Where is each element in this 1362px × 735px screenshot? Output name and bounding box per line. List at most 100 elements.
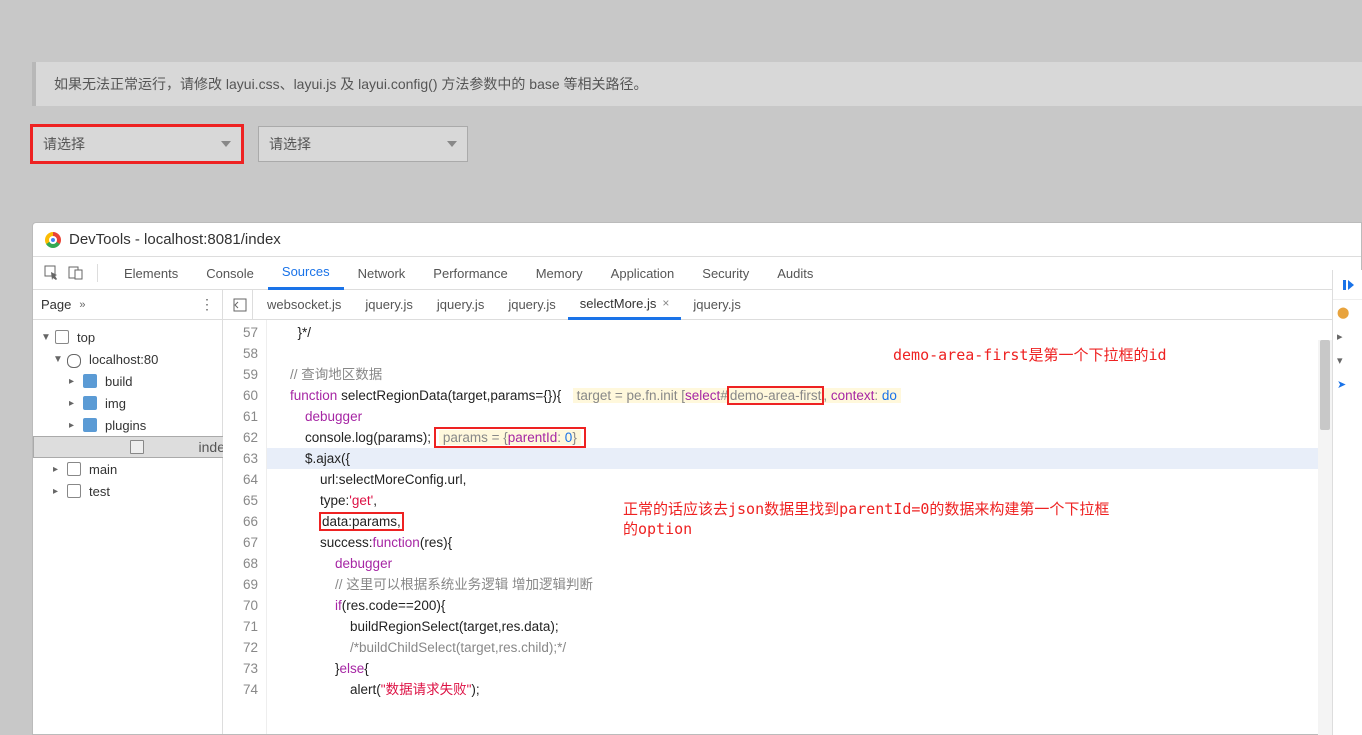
folder-open-icon (83, 418, 97, 432)
tree-item-top[interactable]: ▼top (33, 326, 222, 348)
nav-icon[interactable] (227, 290, 253, 319)
main-tab-console[interactable]: Console (192, 256, 268, 290)
code-line[interactable]: url:selectMoreConfig.url, (275, 469, 1361, 490)
code-line[interactable]: type:'get', (275, 490, 1361, 511)
tree-item-index[interactable]: index (33, 436, 243, 458)
code-line[interactable]: buildRegionSelect(target,res.data); (275, 616, 1361, 637)
page-label: Page (41, 297, 71, 312)
device-icon[interactable] (67, 264, 85, 282)
folder-outline-icon (67, 484, 81, 498)
page-top-panel: 如果无法正常运行，请修改 layui.css、layui.js 及 layui.… (32, 62, 1362, 222)
file-tab-label: jquery.js (365, 297, 412, 312)
line-number: 66 (223, 511, 258, 532)
tree-item-img[interactable]: ▸img (33, 392, 222, 414)
file-tab-4[interactable]: selectMore.js × (568, 290, 682, 320)
tree-item-label: main (89, 462, 117, 477)
line-number: 59 (223, 364, 258, 385)
code-line[interactable]: alert("数据请求失败"); (275, 679, 1361, 700)
watch-row[interactable]: ▸ (1333, 324, 1362, 348)
chevron-down-icon (221, 141, 231, 147)
folder-outline-icon (67, 462, 81, 476)
main-tab-application[interactable]: Application (597, 256, 689, 290)
code-line[interactable]: /*buildChildSelect(target,res.child);*/ (275, 637, 1361, 658)
devtools-window: DevTools - localhost:8081/index Elements… (32, 222, 1362, 735)
line-number: 67 (223, 532, 258, 553)
file-tabs: websocket.jsjquery.jsjquery.jsjquery.jss… (223, 290, 1361, 320)
line-number: 61 (223, 406, 258, 427)
line-number: 58 (223, 343, 258, 364)
code-line[interactable]: // 这里可以根据系统业务逻辑 增加逻辑判断 (275, 574, 1361, 595)
chrome-icon (45, 232, 61, 248)
line-gutter: 575859606162636465666768697071727374 (223, 320, 267, 734)
code-line[interactable]: console.log(params); params = {parentId:… (275, 427, 1361, 448)
file-tab-0[interactable]: websocket.js (255, 290, 353, 320)
line-number: 71 (223, 616, 258, 637)
code-line[interactable] (275, 343, 1361, 364)
separator (97, 264, 98, 282)
file-icon (130, 440, 144, 454)
file-tab-label: jquery.js (693, 297, 740, 312)
disclosure-icon: ▸ (53, 486, 63, 497)
chevron-down-icon (447, 141, 457, 147)
code-line[interactable]: if(res.code==200){ (275, 595, 1361, 616)
code-line[interactable]: debugger (275, 406, 1361, 427)
sources-center-pane: websocket.jsjquery.jsjquery.jsjquery.jss… (223, 290, 1361, 734)
kebab-icon[interactable]: ⋮ (200, 296, 214, 313)
tree-item-label: img (105, 396, 126, 411)
line-number: 63 (223, 448, 258, 469)
code-line[interactable]: }else{ (275, 658, 1361, 679)
line-number: 73 (223, 658, 258, 679)
vertical-scrollbar[interactable] (1318, 340, 1332, 735)
main-tab-audits[interactable]: Audits (763, 256, 827, 290)
disclosure-icon: ▸ (53, 464, 63, 475)
tree-item-localhost:80[interactable]: ▼localhost:80 (33, 348, 222, 370)
chevron-right-icon[interactable]: » (79, 299, 85, 311)
code-line[interactable]: function selectRegionData(target,params=… (275, 385, 1361, 406)
code-line[interactable]: $.ajax({ (267, 448, 1361, 469)
line-number: 62 (223, 427, 258, 448)
tree-item-test[interactable]: ▸ test (33, 480, 222, 502)
tree-item-build[interactable]: ▸build (33, 370, 222, 392)
line-number: 60 (223, 385, 258, 406)
file-tree: ▼top▼localhost:80▸build▸img▸pluginsindex… (33, 320, 222, 508)
main-tab-network[interactable]: Network (344, 256, 420, 290)
file-tab-1[interactable]: jquery.js (353, 290, 424, 320)
resume-icon[interactable] (1333, 270, 1362, 300)
file-tab-2[interactable]: jquery.js (425, 290, 496, 320)
file-tab-label: selectMore.js (580, 296, 657, 311)
file-tab-3[interactable]: jquery.js (496, 290, 567, 320)
scope-row[interactable]: ➤ (1333, 372, 1362, 396)
file-tab-label: jquery.js (437, 297, 484, 312)
paused-icon: ⬤ (1333, 300, 1362, 324)
tree-item-label: build (105, 374, 132, 389)
code-line[interactable]: data:params, (275, 511, 1361, 532)
line-number: 74 (223, 679, 258, 700)
tree-item-label: test (89, 484, 110, 499)
select-1[interactable]: 请选择 (32, 126, 242, 162)
main-tab-elements[interactable]: Elements (110, 256, 192, 290)
cloud-icon (67, 354, 81, 368)
tree-item-plugins[interactable]: ▸plugins (33, 414, 222, 436)
inspect-icon[interactable] (43, 264, 61, 282)
disclosure-icon: ▼ (41, 332, 51, 343)
code-line[interactable]: debugger (275, 553, 1361, 574)
code-line[interactable]: success:function(res){ (275, 532, 1361, 553)
code-line[interactable]: }*/ (275, 322, 1361, 343)
code-content[interactable]: }*/ // 查询地区数据 function selectRegionData(… (267, 320, 1361, 734)
line-number: 69 (223, 574, 258, 595)
select-2[interactable]: 请选择 (258, 126, 468, 162)
line-number: 68 (223, 553, 258, 574)
tree-item-main[interactable]: ▸ main (33, 458, 222, 480)
select-2-label: 请选择 (269, 134, 311, 154)
close-icon[interactable]: × (662, 296, 669, 310)
file-tab-5[interactable]: jquery.js (681, 290, 752, 320)
main-tab-performance[interactable]: Performance (419, 256, 521, 290)
main-tab-security[interactable]: Security (688, 256, 763, 290)
callstack-row[interactable]: ▾ (1333, 348, 1362, 372)
scrollbar-thumb[interactable] (1320, 340, 1330, 430)
main-tab-sources[interactable]: Sources (268, 256, 344, 290)
devtools-titlebar: DevTools - localhost:8081/index (33, 223, 1361, 256)
code-line[interactable]: // 查询地区数据 (275, 364, 1361, 385)
code-area[interactable]: 575859606162636465666768697071727374 }*/… (223, 320, 1361, 734)
main-tab-memory[interactable]: Memory (522, 256, 597, 290)
